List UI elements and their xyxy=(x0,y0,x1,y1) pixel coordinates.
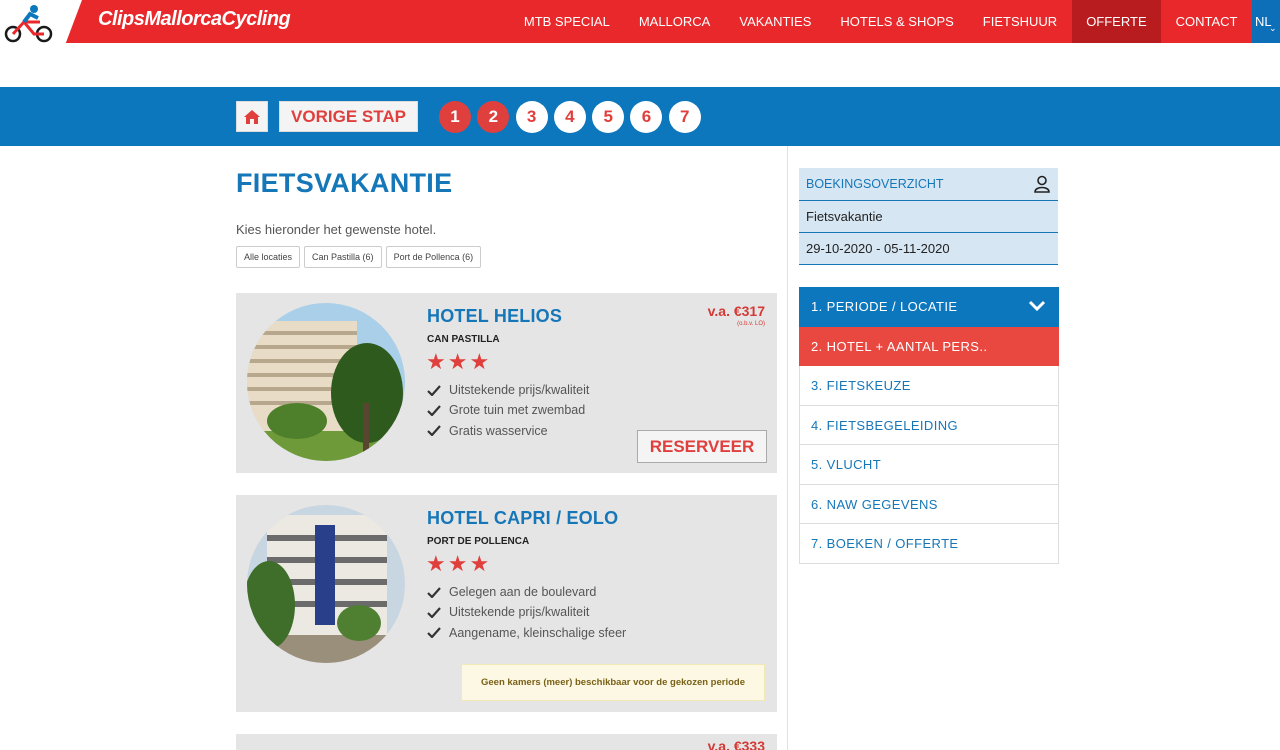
user-icon[interactable] xyxy=(1033,175,1051,193)
hotel-name[interactable]: HOTEL CAPRI / EOLO xyxy=(427,508,618,529)
step-nav-vlucht[interactable]: 5. VLUCHT xyxy=(799,445,1059,485)
filter-can-pastilla[interactable]: Can Pastilla (6) xyxy=(304,246,382,268)
step-nav-naw-gegevens[interactable]: 6. NAW GEGEVENS xyxy=(799,484,1059,524)
price-note: (o.b.v. LO) xyxy=(737,321,765,327)
hotel-card: HOTEL HELIOS CAN PASTILLA ★ ★ ★ Uitsteke… xyxy=(236,293,777,473)
chevron-down-icon: ⌄ xyxy=(1269,23,1277,33)
step-bar: VORIGE STAP 1 2 3 4 5 6 7 xyxy=(0,87,1280,146)
step-nav-hotel[interactable]: 2. HOTEL + AANTAL PERS.. xyxy=(799,326,1059,366)
step-nav-label: 1. PERIODE / LOCATIE xyxy=(811,299,958,314)
hotel-location: CAN PASTILLA xyxy=(427,334,500,345)
site-logo-text[interactable]: ClipsMallorcaCycling xyxy=(98,8,291,31)
hotel-card: HOTEL CAPRI / EOLO PORT DE POLLENCA ★ ★ … xyxy=(236,495,777,712)
hotel-card: v.a. €333 xyxy=(236,734,777,750)
main-nav: MTB SPECIAL MALLORCA VAKANTIES HOTELS & … xyxy=(509,0,1252,43)
feature-item: Gratis wasservice xyxy=(427,421,589,441)
intro-text: Kies hieronder het gewenste hotel. xyxy=(236,222,437,237)
check-icon xyxy=(427,384,441,396)
hotel-features: Gelegen aan de boulevard Uitstekende pri… xyxy=(427,582,626,643)
chevron-down-icon xyxy=(1028,300,1046,312)
previous-step-button[interactable]: VORIGE STAP xyxy=(279,101,418,132)
location-filters: Alle locaties Can Pastilla (6) Port de P… xyxy=(236,246,485,268)
hotel-name[interactable]: HOTEL HELIOS xyxy=(427,306,562,327)
booking-type: Fietsvakantie xyxy=(799,201,1058,233)
nav-hotels-shops[interactable]: HOTELS & SHOPS xyxy=(826,0,968,43)
check-icon xyxy=(427,586,441,598)
check-icon xyxy=(427,627,441,639)
feature-label: Uitstekende prijs/kwaliteit xyxy=(449,605,590,620)
star-icon: ★ xyxy=(447,349,468,374)
check-icon xyxy=(427,405,441,416)
hotel-stars: ★ ★ ★ xyxy=(426,350,491,374)
booking-dates: 29-10-2020 - 05-11-2020 xyxy=(799,233,1058,265)
feature-label: Uitstekende prijs/kwaliteit xyxy=(449,383,590,398)
nav-contact[interactable]: CONTACT xyxy=(1161,0,1252,43)
home-icon xyxy=(244,109,260,124)
feature-item: Grote tuin met zwembad xyxy=(427,400,589,420)
logo-icon[interactable] xyxy=(0,0,82,48)
feature-label: Grote tuin met zwembad xyxy=(449,403,586,418)
step-6[interactable]: 6 xyxy=(630,101,663,133)
step-navigation: 1. PERIODE / LOCATIE 2. HOTEL + AANTAL P… xyxy=(799,287,1059,564)
booking-overview-title: BOEKINGSOVERZICHT xyxy=(806,177,944,191)
step-2[interactable]: 2 xyxy=(477,101,510,133)
home-button[interactable] xyxy=(236,101,268,132)
step-4[interactable]: 4 xyxy=(553,101,586,133)
nav-fietshuur[interactable]: FIETSHUUR xyxy=(968,0,1071,43)
hotel-photo[interactable] xyxy=(247,303,405,461)
step-nav-fietskeuze[interactable]: 3. FIETSKEUZE xyxy=(799,366,1059,406)
top-navbar: ClipsMallorcaCycling MTB SPECIAL MALLORC… xyxy=(0,0,1280,48)
feature-label: Gelegen aan de boulevard xyxy=(449,585,597,600)
check-icon xyxy=(427,425,441,437)
check-icon xyxy=(427,607,441,618)
star-icon: ★ xyxy=(426,551,446,576)
booking-overview-header: BOEKINGSOVERZICHT xyxy=(799,168,1058,201)
step-nav-boeken-offerte[interactable]: 7. BOEKEN / OFFERTE xyxy=(799,524,1059,564)
hotel-price: v.a. €333 xyxy=(707,738,765,750)
step-7[interactable]: 7 xyxy=(668,101,701,133)
nav-vakanties[interactable]: VAKANTIES xyxy=(725,0,826,43)
hotel-location: PORT DE POLLENCA xyxy=(427,536,530,547)
feature-item: Uitstekende prijs/kwaliteit xyxy=(427,602,626,622)
filter-all-locations[interactable]: Alle locaties xyxy=(236,246,301,268)
feature-item: Aangename, kleinschalige sfeer xyxy=(427,623,626,643)
hotel-photo[interactable] xyxy=(247,505,405,663)
feature-item: Uitstekende prijs/kwaliteit xyxy=(427,380,589,400)
step-nav-fietsbegeleiding[interactable]: 4. FIETSBEGELEIDING xyxy=(799,405,1059,445)
nav-mallorca[interactable]: MALLORCA xyxy=(624,0,725,43)
step-indicator: 1 2 3 4 5 6 7 xyxy=(439,101,707,133)
filter-port-de-pollenca[interactable]: Port de Pollenca (6) xyxy=(385,246,482,268)
star-icon: ★ xyxy=(469,349,490,374)
star-icon: ★ xyxy=(469,551,490,576)
step-3[interactable]: 3 xyxy=(515,101,548,133)
page-title: FIETSVAKANTIE xyxy=(236,168,453,198)
hotel-price: v.a. €317 xyxy=(707,303,765,319)
step-5[interactable]: 5 xyxy=(592,101,625,133)
language-selector[interactable]: NL ⌄ xyxy=(1252,0,1280,43)
star-icon: ★ xyxy=(426,349,446,374)
nav-offerte[interactable]: OFFERTE xyxy=(1071,0,1162,43)
hotel-stars: ★ ★ ★ xyxy=(426,552,491,576)
nav-mtb-special[interactable]: MTB SPECIAL xyxy=(509,0,624,43)
feature-label: Aangename, kleinschalige sfeer xyxy=(449,625,627,640)
reserve-button[interactable]: RESERVEER xyxy=(637,430,767,463)
feature-label: Gratis wasservice xyxy=(449,423,548,438)
feature-item: Gelegen aan de boulevard xyxy=(427,582,626,602)
star-icon: ★ xyxy=(447,551,468,576)
step-1[interactable]: 1 xyxy=(439,101,471,133)
hotel-features: Uitstekende prijs/kwaliteit Grote tuin m… xyxy=(427,380,589,441)
booking-overview: BOEKINGSOVERZICHT Fietsvakantie 29-10-20… xyxy=(799,168,1058,265)
column-divider xyxy=(787,146,788,750)
availability-notice: Geen kamers (meer) beschikbaar voor de g… xyxy=(461,664,765,701)
step-nav-periode-locatie[interactable]: 1. PERIODE / LOCATIE xyxy=(799,287,1059,327)
